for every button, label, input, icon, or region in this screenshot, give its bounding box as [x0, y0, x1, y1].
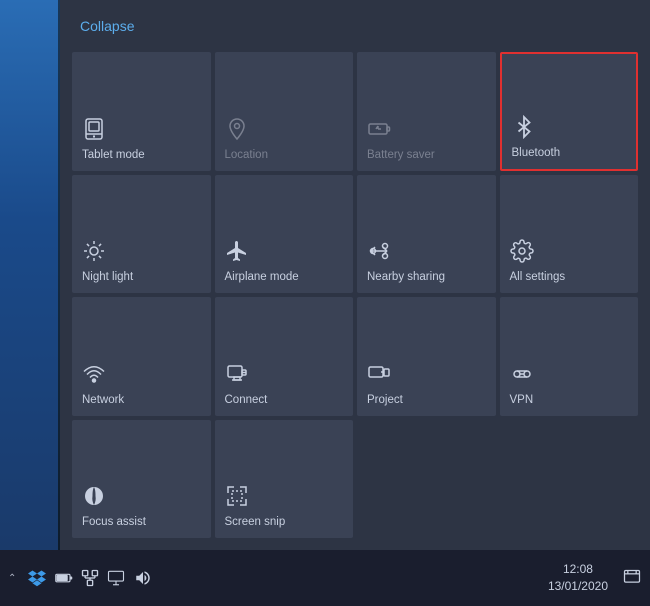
- tile-network[interactable]: Network: [72, 297, 211, 416]
- tile-vpn[interactable]: VPN: [500, 297, 639, 416]
- tile-focus-assist-label: Focus assist: [82, 516, 146, 530]
- tile-location-label: Location: [225, 149, 268, 163]
- notification-icon[interactable]: [622, 568, 642, 588]
- vpn-icon: [510, 362, 534, 390]
- tile-all-settings-label: All settings: [510, 271, 566, 285]
- night-light-icon: [82, 239, 106, 267]
- connect-icon: [225, 362, 249, 390]
- location-icon: [225, 117, 249, 145]
- tablet-mode-icon: [82, 117, 106, 145]
- tile-all-settings[interactable]: All settings: [500, 175, 639, 294]
- taskbar: ⌃: [0, 550, 650, 606]
- tile-connect[interactable]: Connect: [215, 297, 354, 416]
- tile-bluetooth-label: Bluetooth: [512, 147, 561, 161]
- network-icon: [82, 362, 106, 390]
- taskbar-left: ⌃: [8, 569, 544, 587]
- tile-project-label: Project: [367, 394, 403, 408]
- tile-battery-saver[interactable]: Battery saver: [357, 52, 496, 171]
- project-icon: [367, 362, 391, 390]
- system-tray-chevron[interactable]: ⌃: [8, 573, 16, 584]
- collapse-header: Collapse: [60, 0, 650, 48]
- tile-network-label: Network: [82, 394, 124, 408]
- dropbox-icon[interactable]: [28, 569, 46, 587]
- tile-screen-snip[interactable]: Screen snip: [215, 420, 354, 539]
- bluetooth-icon: [512, 115, 536, 143]
- tiles-grid: Tablet mode Location Batt: [60, 48, 650, 550]
- tile-nearby-sharing[interactable]: Nearby sharing: [357, 175, 496, 294]
- battery-saver-icon: [367, 117, 391, 145]
- nearby-sharing-icon: [367, 239, 391, 267]
- tile-battery-saver-label: Battery saver: [367, 149, 435, 163]
- taskbar-clock[interactable]: 12:08 13/01/2020: [548, 561, 608, 595]
- focus-assist-icon: [82, 484, 106, 512]
- volume-icon[interactable]: [133, 569, 153, 587]
- collapse-button[interactable]: Collapse: [80, 18, 134, 34]
- action-center-panel: Collapse Tablet mode Location: [60, 0, 650, 550]
- clock-date: 13/01/2020: [548, 578, 608, 595]
- tile-night-light[interactable]: Night light: [72, 175, 211, 294]
- tile-night-light-label: Night light: [82, 271, 133, 285]
- tile-airplane-mode[interactable]: Airplane mode: [215, 175, 354, 294]
- tile-tablet-mode-label: Tablet mode: [82, 149, 145, 163]
- screen-snip-icon: [225, 484, 249, 512]
- tile-location[interactable]: Location: [215, 52, 354, 171]
- tile-airplane-mode-label: Airplane mode: [225, 271, 299, 285]
- tile-focus-assist[interactable]: Focus assist: [72, 420, 211, 539]
- airplane-mode-icon: [225, 239, 249, 267]
- left-accent-bar: [0, 0, 58, 550]
- display-icon[interactable]: [107, 569, 125, 587]
- network-taskbar-icon[interactable]: [81, 569, 99, 587]
- tile-nearby-sharing-label: Nearby sharing: [367, 271, 445, 285]
- tile-tablet-mode[interactable]: Tablet mode: [72, 52, 211, 171]
- tile-project[interactable]: Project: [357, 297, 496, 416]
- all-settings-icon: [510, 239, 534, 267]
- tile-screen-snip-label: Screen snip: [225, 516, 286, 530]
- tile-bluetooth[interactable]: Bluetooth: [500, 52, 639, 171]
- tile-connect-label: Connect: [225, 394, 268, 408]
- taskbar-right: 12:08 13/01/2020: [544, 561, 642, 595]
- battery-taskbar-icon[interactable]: [55, 571, 73, 585]
- tile-vpn-label: VPN: [510, 394, 534, 408]
- clock-time: 12:08: [563, 561, 593, 578]
